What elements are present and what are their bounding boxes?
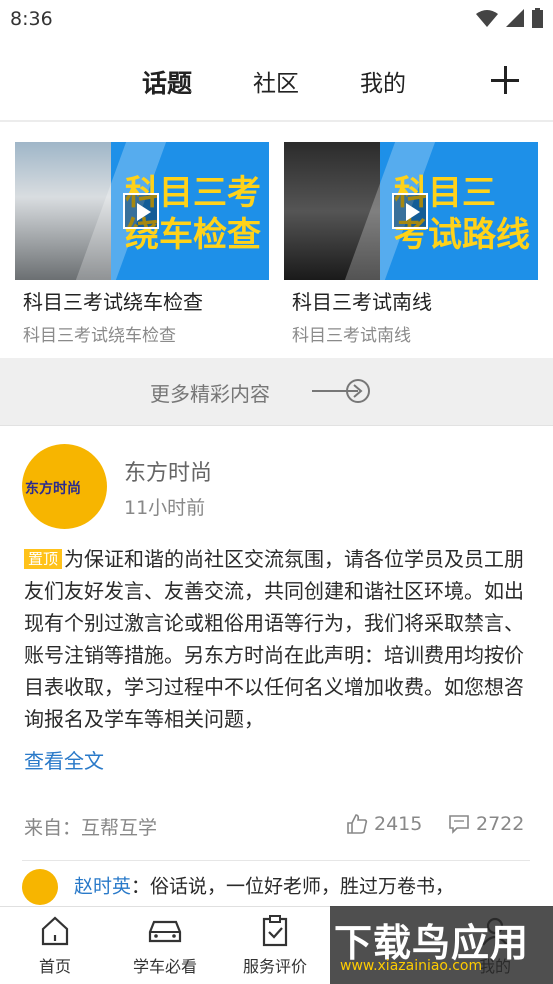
play-icon[interactable] <box>123 193 159 229</box>
pinned-badge: 置顶 <box>24 549 63 569</box>
post-time: 11小时前 <box>124 497 206 519</box>
video-card[interactable]: 科目三 考试路线 科目三考试南线 科目三考试南线 <box>284 142 538 346</box>
like-button[interactable]: 2415 <box>346 813 422 835</box>
tabbar-item-learning[interactable]: 学车必看 <box>110 915 220 977</box>
more-content-bar[interactable]: 更多精彩内容 <box>0 358 553 426</box>
comment-icon <box>449 815 469 834</box>
post-card[interactable]: 东方时尚 东方时尚 11小时前 置顶 为保证和谐的尚社区交流氛围，请各位学员及员工… <box>0 427 553 907</box>
video-thumbnail[interactable]: 科目三 考试路线 <box>284 142 538 280</box>
more-content-label: 更多精彩内容 <box>150 382 270 406</box>
status-bar: 8:36 <box>0 0 553 40</box>
avatar[interactable]: 东方时尚 <box>22 444 107 529</box>
post-content: 置顶 为保证和谐的尚社区交流氛围，请各位学员及员工朋友们友好发言、友善交流，共同创… <box>24 543 524 737</box>
battery-icon <box>532 8 543 28</box>
watermark: 下载鸟应用 www.xiazainiao.com <box>330 906 553 984</box>
tabbar-label: 服务评价 <box>242 957 307 976</box>
video-title: 科目三考试绕车检查 <box>23 290 203 314</box>
reply-preview[interactable]: 赵时英：俗话说，一位好老师，胜过万卷书， <box>22 869 530 905</box>
tabbar-label: 学车必看 <box>132 957 197 976</box>
comment-count: 2722 <box>476 813 525 835</box>
car-icon <box>148 920 182 943</box>
tab-mine[interactable]: 我的 <box>360 64 406 98</box>
read-more-link[interactable]: 查看全文 <box>24 745 104 774</box>
add-icon[interactable] <box>491 66 519 94</box>
reply-author[interactable]: 赵时英 <box>74 876 131 898</box>
like-count: 2415 <box>374 813 423 835</box>
post-source: 来自：互帮互学 <box>24 817 158 839</box>
clipboard-check-icon <box>262 915 288 947</box>
thumbs-up-icon <box>347 814 368 834</box>
reply-avatar[interactable] <box>22 869 58 905</box>
watermark-url: www.xiazainiao.com <box>340 958 483 974</box>
divider <box>22 860 530 861</box>
top-nav: 话题 社区 我的 <box>0 40 553 122</box>
status-icons <box>476 8 543 28</box>
tab-topics[interactable]: 话题 <box>142 64 192 100</box>
comment-button[interactable]: 2722 <box>448 813 524 835</box>
video-title: 科目三考试南线 <box>292 290 432 314</box>
video-subtitle: 科目三考试绕车检查 <box>23 326 176 346</box>
reply-text: ：俗话说，一位好老师，胜过万卷书， <box>131 875 455 898</box>
tabbar-item-review[interactable]: 服务评价 <box>220 915 330 977</box>
post-author[interactable]: 东方时尚 <box>124 455 212 487</box>
wifi-icon <box>476 10 498 27</box>
video-card[interactable]: 科目三考 绕车检查 科目三考试绕车检查 科目三考试绕车检查 <box>15 142 269 346</box>
video-subtitle: 科目三考试南线 <box>292 326 411 346</box>
video-list: 科目三考 绕车检查 科目三考试绕车检查 科目三考试绕车检查 科目三 考试路线 科… <box>0 124 553 358</box>
post-body: 为保证和谐的尚社区交流氛围，请各位学员及员工朋友们友好发言、友善交流，共同创建和… <box>24 547 524 731</box>
home-icon <box>41 916 69 946</box>
arrow-right-icon <box>312 379 370 403</box>
tab-community[interactable]: 社区 <box>253 64 299 98</box>
status-time: 8:36 <box>10 8 53 30</box>
play-icon[interactable] <box>392 193 428 229</box>
tabbar-item-home[interactable]: 首页 <box>0 915 110 977</box>
tabbar-label: 首页 <box>38 957 71 976</box>
signal-icon <box>506 9 524 27</box>
avatar-logo-text: 东方时尚 <box>25 481 81 497</box>
video-thumbnail[interactable]: 科目三考 绕车检查 <box>15 142 269 280</box>
